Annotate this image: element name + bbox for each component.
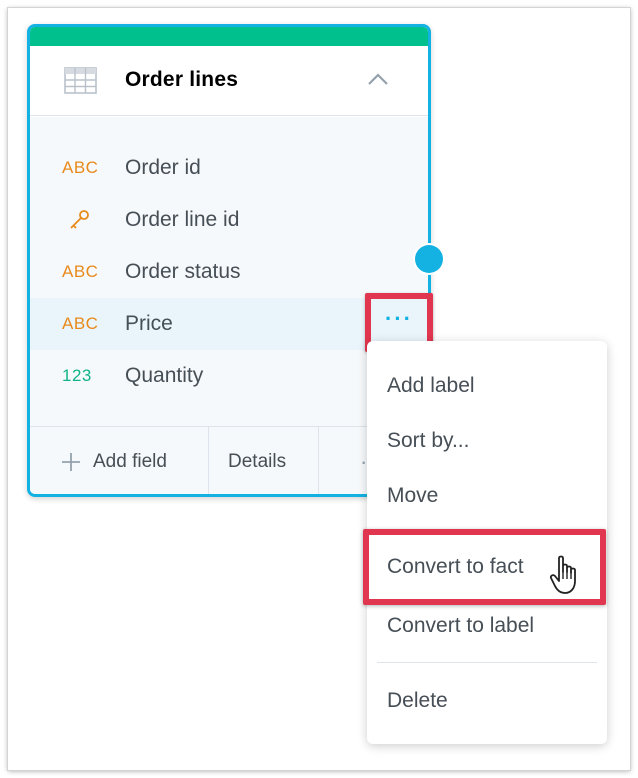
field-name: Order id [125,156,201,179]
footer-divider [318,427,319,494]
chevron-up-icon[interactable] [367,71,389,87]
menu-item-convert-to-label[interactable]: Convert to label [367,598,607,653]
plus-icon [62,453,80,471]
field-name: Order line id [125,208,240,231]
field-name: Order status [125,260,241,283]
footer-divider [208,427,209,494]
menu-item-sort-by[interactable]: Sort by... [367,413,607,468]
field-name: Price [125,312,173,335]
pointer-hand-icon [549,555,576,594]
field-name: Quantity [125,364,204,387]
menu-divider [377,662,597,663]
table-icon [64,67,97,94]
menu-item-delete[interactable]: Delete [367,673,607,728]
menu-item-label: Move [387,483,439,507]
field-row-order-line-id[interactable]: Order line id [30,194,428,246]
more-dots-icon: ··· [385,305,413,331]
field-row-order-id[interactable]: ABC Order id [30,142,428,194]
menu-item-label: Sort by... [387,428,470,452]
add-field-label: Add field [93,451,167,472]
card-header: Order lines [30,46,428,116]
numeric-fact-icon: 123 [62,366,92,385]
key-icon [70,210,89,229]
text-attribute-icon: ABC [62,262,99,281]
field-row-order-status[interactable]: ABC Order status [30,246,428,298]
details-button[interactable]: Details [228,427,287,494]
add-field-button[interactable]: Add field [61,427,167,494]
text-attribute-icon: ABC [62,158,99,177]
menu-item-label: Convert to fact [387,555,524,578]
details-label: Details [228,451,287,472]
card-title: Order lines [125,68,239,91]
menu-item-add-label[interactable]: Add label [367,358,607,413]
menu-item-label: Convert to label [387,613,535,637]
menu-item-label: Delete [387,688,448,712]
menu-item-label: Add label [387,373,475,397]
menu-item-move[interactable]: Move [367,468,607,523]
text-attribute-icon: ABC [62,314,99,333]
card-accent-bar [30,27,428,46]
connector-handle[interactable] [415,245,443,273]
